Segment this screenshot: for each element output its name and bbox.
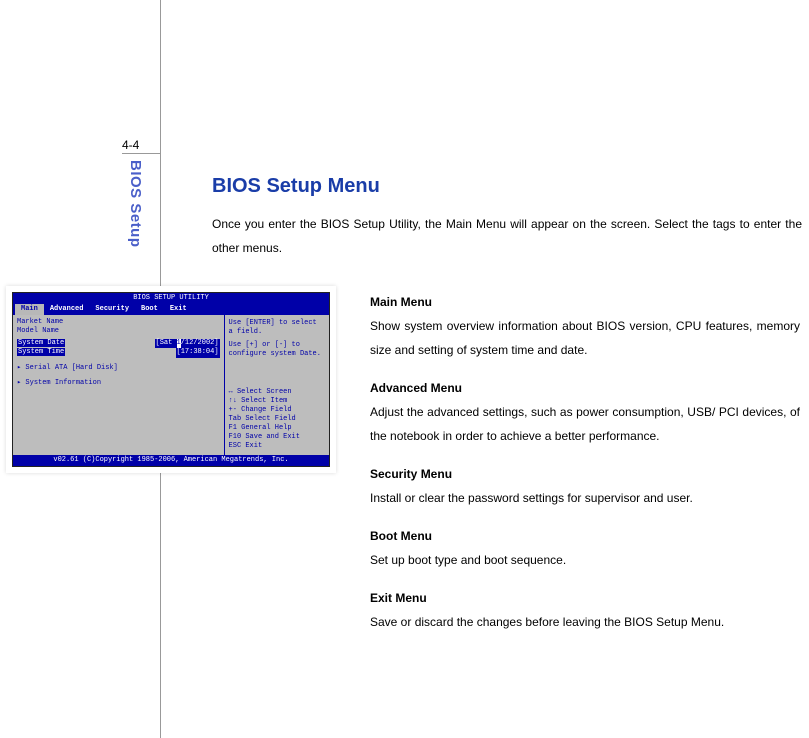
bios-row: ▸ Serial ATA [Hard Disk] (17, 364, 220, 373)
page-heading: BIOS Setup Menu (212, 174, 802, 198)
side-tab-label: BIOS Setup (126, 160, 144, 260)
bios-footer: v02.61 (C)Copyright 1985-2006, American … (13, 455, 329, 466)
bios-tab-exit: Exit (164, 304, 193, 315)
section-title-main: Main Menu (370, 290, 800, 314)
bios-key-line: +- Change Field (229, 406, 325, 415)
bios-tab-security: Security (89, 304, 135, 315)
bios-tab-boot: Boot (135, 304, 164, 315)
bios-tab-advanced: Advanced (44, 304, 90, 315)
bios-key-line: F10 Save and Exit (229, 433, 325, 442)
bios-row: Model Name (17, 327, 220, 336)
bios-tab-bar: Main Advanced Security Boot Exit (13, 304, 329, 315)
section-title-exit: Exit Menu (370, 586, 800, 610)
bios-tab-main: Main (15, 304, 44, 315)
bios-field-label: System Time (17, 348, 65, 356)
section-text-boot: Set up boot type and boot sequence. (370, 548, 800, 572)
intro-paragraph: Once you enter the BIOS Setup Utility, t… (212, 212, 802, 260)
bios-row: ▸ System Information (17, 379, 220, 388)
bios-help-line: Use [+] or [-] to (229, 341, 325, 350)
bios-help-line: Use [ENTER] to select (229, 319, 325, 328)
bios-key-line: ↔ Select Screen (229, 388, 325, 397)
bios-key-line: Tab Select Field (229, 415, 325, 424)
bios-title: BIOS SETUP UTILITY (13, 293, 329, 304)
bios-row: Market Name (17, 318, 220, 327)
section-text-main: Show system overview information about B… (370, 314, 800, 362)
section-text-exit: Save or discard the changes before leavi… (370, 610, 800, 634)
bios-field-value: [17:38:04] (176, 348, 220, 357)
bios-row: System Time [17:38:04] (17, 348, 220, 357)
page-number: 4-4 (122, 138, 139, 152)
section-title-security: Security Menu (370, 462, 800, 486)
section-title-advanced: Advanced Menu (370, 376, 800, 400)
bios-field-value: [Sat 1/12/2002] (155, 339, 220, 348)
bios-right-panel: Use [ENTER] to select a field. Use [+] o… (224, 315, 329, 455)
section-text-security: Install or clear the password settings f… (370, 486, 800, 510)
section-text-advanced: Adjust the advanced settings, such as po… (370, 400, 800, 448)
bios-screenshot: BIOS SETUP UTILITY Main Advanced Securit… (6, 286, 336, 473)
section-title-boot: Boot Menu (370, 524, 800, 548)
bios-left-panel: Market Name Model Name System Date [Sat … (13, 315, 224, 455)
bios-key-line: F1 General Help (229, 424, 325, 433)
bios-key-line: ↑↓ Select Item (229, 397, 325, 406)
bios-help-line: a field. (229, 328, 325, 337)
bios-key-line: ESC Exit (229, 442, 325, 451)
bios-field-label: System Date (17, 339, 65, 347)
bios-help-line: configure system Date. (229, 350, 325, 359)
bios-row: System Date [Sat 1/12/2002] (17, 339, 220, 348)
page-number-underline (122, 153, 160, 154)
